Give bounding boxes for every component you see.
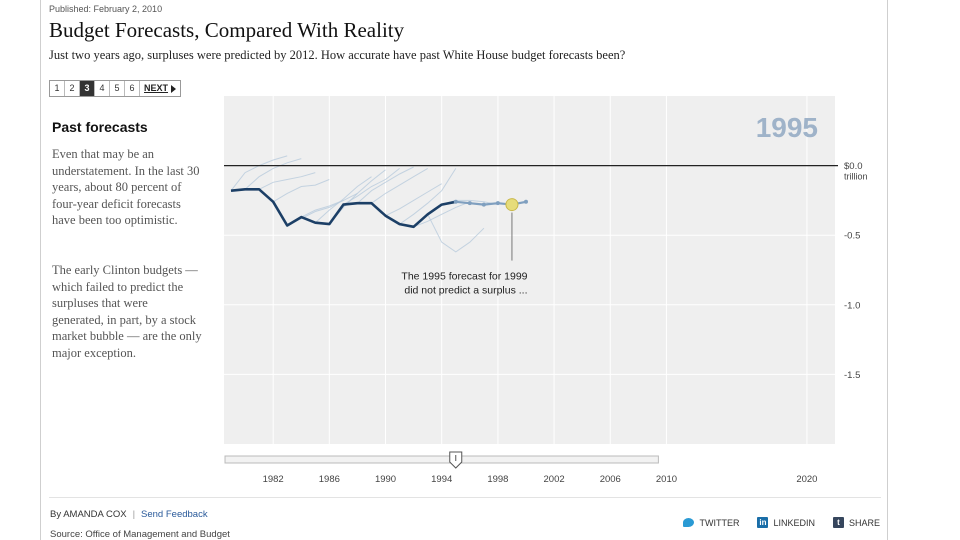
tumblr-share[interactable]: t SHARE [832,517,880,528]
annotation-line-2: did not predict a surplus ... [404,285,527,297]
x-tick-label: 2010 [656,474,677,485]
forecast-point [495,201,500,206]
send-feedback-link[interactable]: Send Feedback [141,509,208,520]
linkedin-icon: in [757,517,769,528]
annotation-line-1: The 1995 forecast for 1999 [401,271,527,283]
y-unit-label: trillion [844,172,868,182]
byline-separator: | [132,509,136,520]
source-note: Source: Office of Management and Budget [50,529,230,540]
tumblr-icon: t [832,517,844,528]
x-tick-label: 2020 [796,474,817,485]
forecast-point [467,201,472,206]
year-slider-track[interactable] [224,455,659,464]
current-year-label: 1995 [756,112,818,143]
x-axis-ticks: 1982 1986 1990 1994 1998 2002 2006 2010 2020 [263,474,818,485]
twitter-icon [683,518,695,527]
forecast-point [481,202,486,207]
twitter-share[interactable]: TWITTER [683,517,739,528]
year-slider-handle[interactable] [449,451,463,469]
twitter-label: TWITTER [699,517,740,528]
x-tick-label: 1982 [263,474,284,485]
linkedin-share[interactable]: in LINKEDIN [757,517,815,528]
x-tick-label: 1990 [375,474,396,485]
share-bar: TWITTER in LINKEDIN t SHARE [683,517,880,528]
x-tick-label: 1994 [431,474,452,485]
share-label: SHARE [848,517,880,528]
highlight-point[interactable] [505,198,519,212]
forecast-point [453,199,458,204]
y-tick-label: -1.5 [844,370,860,381]
x-tick-label: 1998 [487,474,508,485]
deficit-forecast-chart: 1995 $0.0 -0.5 -1.0 -1.5 trillion The 1995 … [224,96,868,485]
x-tick-label: 1986 [319,474,340,485]
author: By AMANDA COX [50,509,127,520]
y-tick-label: $0.0 [844,161,863,172]
linkedin-label: LINKEDIN [773,517,815,528]
forecast-point [523,199,528,204]
x-tick-label: 2006 [600,474,621,485]
y-tick-label: -1.0 [844,300,860,311]
x-tick-label: 2002 [544,474,565,485]
y-axis-ticks: $0.0 -0.5 -1.0 -1.5 [844,161,863,381]
y-tick-label: -0.5 [844,231,860,242]
byline: By AMANDA COX | Send Feedback [50,509,208,520]
footer-divider [49,497,881,498]
